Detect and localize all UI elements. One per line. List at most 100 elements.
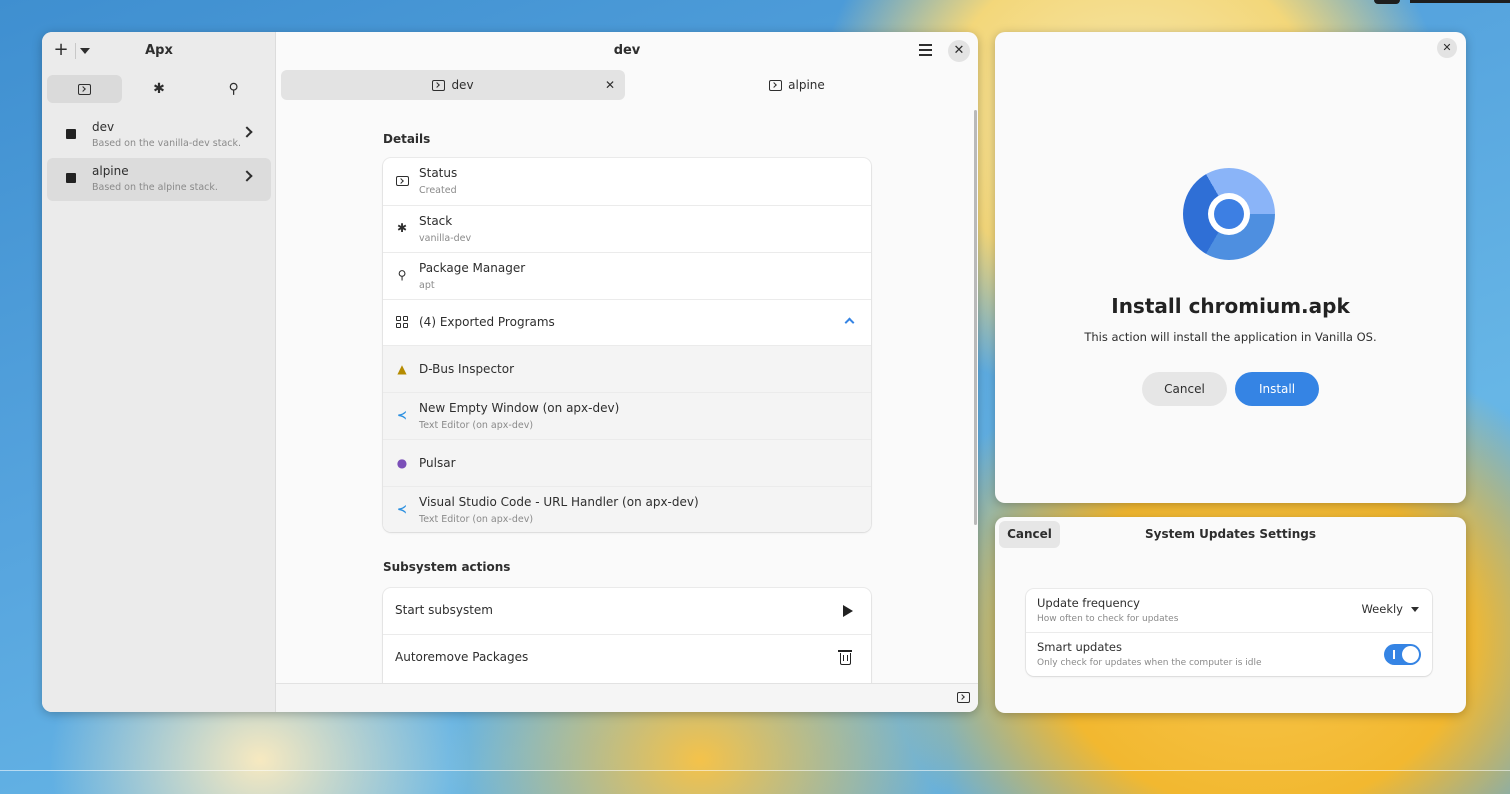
chevron-down-icon (1411, 606, 1419, 612)
desktop-divider (0, 770, 1510, 771)
program-subtitle: Text Editor (on apx-dev) (419, 514, 534, 525)
apps-grid-icon (395, 316, 409, 331)
apx-window: + Apx ✱ ⚲ dev Based on the vanilla-dev s… (42, 32, 978, 712)
menu-icon[interactable] (919, 44, 932, 56)
chevron-right-icon (241, 170, 253, 182)
tab-dev[interactable]: dev ✕ (281, 70, 625, 100)
terminal-icon (432, 79, 446, 91)
exported-program-row[interactable]: ≺ Visual Studio Code - URL Handler (on a… (383, 486, 871, 532)
sidebar-header: + Apx (42, 32, 275, 70)
detail-row-package-manager: ⚲ Package Manager apt (383, 252, 871, 299)
close-dialog-button[interactable]: ✕ (1437, 38, 1457, 58)
dbus-inspector-icon: ▲ (397, 362, 407, 376)
sidebar-item-subtitle: Based on the alpine stack. (92, 182, 218, 193)
sidebar-item-label: dev (92, 120, 115, 134)
exported-program-row[interactable]: ▲ D-Bus Inspector (383, 345, 871, 392)
tab-bar: dev ✕ alpine (281, 70, 973, 100)
lightbulb-icon: ⚲ (228, 81, 239, 97)
setting-subtitle: How often to check for updates (1037, 614, 1179, 624)
vscode-icon: ≺ (396, 502, 408, 516)
detail-title: Package Manager (419, 261, 526, 275)
close-tab-icon[interactable]: ✕ (605, 77, 615, 93)
puzzle-icon: ✱ (153, 81, 165, 97)
tab-package-managers[interactable]: ⚲ (196, 75, 271, 103)
exported-program-row[interactable]: ≺ New Empty Window (on apx-dev) Text Edi… (383, 392, 871, 439)
settings-title: System Updates Settings (1144, 527, 1317, 541)
expander-title: (4) Exported Programs (419, 315, 555, 329)
detail-value: apt (419, 280, 435, 291)
detail-value: vanilla-dev (419, 233, 472, 244)
settings-card: Update frequency How often to check for … (1026, 589, 1432, 676)
trash-icon[interactable] (838, 650, 852, 665)
sidebar-title: Apx (145, 43, 173, 58)
sidebar-item-label: alpine (92, 164, 129, 178)
terminal-icon (769, 79, 783, 91)
scrollbar[interactable] (974, 110, 977, 525)
status-icon (395, 175, 409, 189)
tab-label: alpine (788, 78, 825, 92)
chevron-right-icon (241, 126, 253, 138)
program-title: Visual Studio Code - URL Handler (on apx… (419, 495, 699, 509)
start-subsystem-row[interactable]: Start subsystem (383, 588, 871, 634)
subsystem-actions-heading: Subsystem actions (383, 560, 511, 574)
terminal-icon (77, 83, 91, 95)
smart-updates-toggle[interactable] (1384, 644, 1421, 665)
dialog-body: This action will install the application… (1084, 330, 1377, 344)
bottom-bar (276, 683, 978, 712)
smart-updates-row: Smart updates Only check for updates whe… (1026, 632, 1432, 675)
action-label: Autoremove Packages (395, 650, 529, 664)
subsystem-icon (66, 129, 76, 139)
sidebar-view-switcher: ✱ ⚲ (47, 75, 271, 103)
detail-title: Stack (419, 214, 453, 228)
autoremove-packages-row[interactable]: Autoremove Packages (383, 634, 871, 680)
detail-row-status: Status Created (383, 158, 871, 205)
system-updates-settings: Cancel System Updates Settings Update fr… (995, 517, 1466, 713)
details-card: Status Created ✱ Stack vanilla-dev ⚲ Pac… (383, 158, 871, 532)
sidebar-item-subtitle: Based on the vanilla-dev stack. (92, 138, 242, 149)
chevron-up-icon (844, 317, 855, 328)
sidebar: + Apx ✱ ⚲ dev Based on the vanilla-dev s… (42, 32, 276, 712)
setting-subtitle: Only check for updates when the computer… (1037, 658, 1262, 668)
tab-alpine[interactable]: alpine (625, 70, 969, 100)
tab-subsystems[interactable] (47, 75, 122, 103)
update-frequency-row: Update frequency How often to check for … (1026, 589, 1432, 632)
top-bar-strip (1410, 0, 1510, 3)
setting-title: Smart updates (1037, 640, 1122, 654)
detail-value: Created (419, 185, 457, 196)
action-label: Start subsystem (395, 603, 493, 617)
sidebar-item-alpine[interactable]: alpine Based on the alpine stack. (47, 158, 271, 201)
page-title: dev (613, 43, 641, 58)
program-subtitle: Text Editor (on apx-dev) (419, 420, 534, 431)
dialog-title: Install chromium.apk (1111, 294, 1350, 318)
update-frequency-dropdown[interactable]: Weekly (1361, 602, 1419, 616)
detail-row-stack: ✱ Stack vanilla-dev (383, 205, 871, 252)
program-title: New Empty Window (on apx-dev) (419, 401, 620, 415)
content-pane: dev ✕ dev ✕ alpine Details Status Create… (276, 32, 978, 712)
program-title: D-Bus Inspector (419, 362, 515, 376)
details-heading: Details (383, 132, 431, 146)
chromium-logo-icon (1183, 168, 1275, 260)
puzzle-icon: ✱ (396, 221, 408, 235)
subsystem-icon (66, 173, 76, 183)
close-window-button[interactable]: ✕ (948, 40, 970, 62)
cancel-button[interactable]: Cancel (1142, 372, 1227, 406)
toggle-knob (1402, 646, 1419, 663)
subsystem-list: dev Based on the vanilla-dev stack. alpi… (47, 114, 271, 202)
install-button[interactable]: Install (1235, 372, 1319, 406)
vscode-icon: ≺ (396, 408, 408, 422)
play-icon[interactable] (843, 605, 853, 617)
toggle-on-mark (1393, 650, 1395, 659)
actions-card: Start subsystem Autoremove Packages (383, 588, 871, 698)
sidebar-item-dev[interactable]: dev Based on the vanilla-dev stack. (47, 114, 271, 157)
program-title: Pulsar (419, 456, 456, 470)
lightbulb-icon: ⚲ (397, 268, 407, 282)
tab-label: dev (451, 78, 474, 92)
tab-stacks[interactable]: ✱ (122, 75, 197, 103)
terminal-icon[interactable] (957, 692, 970, 703)
top-bar-indicator (1374, 0, 1400, 4)
dropdown-value: Weekly (1361, 602, 1403, 616)
pulsar-icon: ● (396, 456, 408, 470)
exported-programs-expander[interactable]: (4) Exported Programs (383, 299, 871, 345)
exported-program-row[interactable]: ● Pulsar (383, 439, 871, 486)
install-dialog: ✕ Install chromium.apk This action will … (995, 32, 1466, 503)
